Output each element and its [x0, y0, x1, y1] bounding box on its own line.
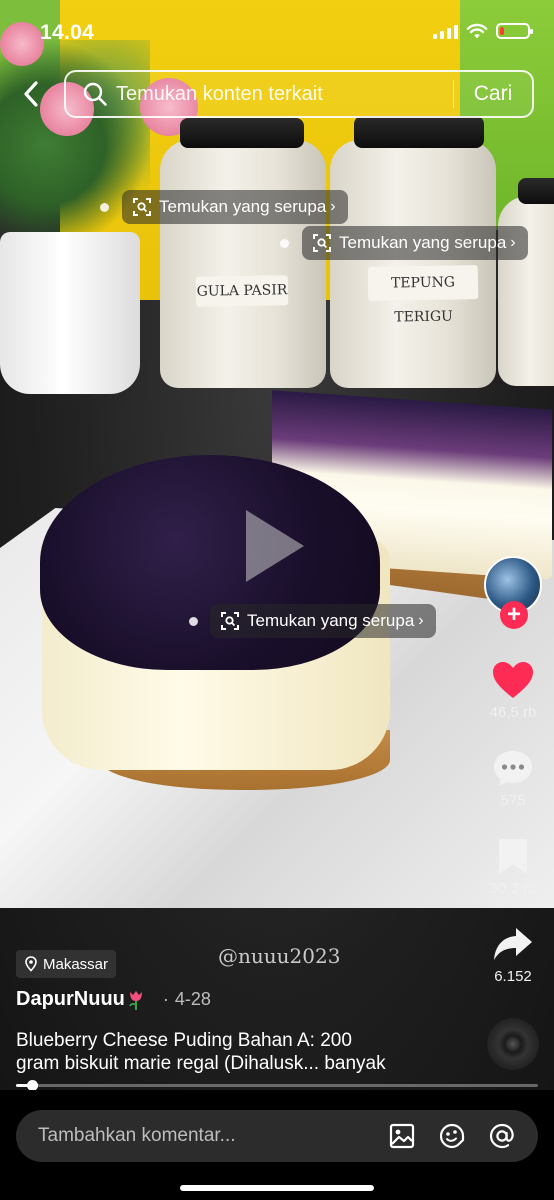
jar — [498, 196, 554, 386]
cellular-signal-icon — [433, 23, 458, 39]
caption-line: Blueberry Cheese Puding Bahan A: 200 — [16, 1030, 352, 1051]
jar-label: TEPUNG TERIGU — [367, 265, 479, 326]
save-button[interactable]: 30,3 rb — [478, 836, 548, 897]
music-disc[interactable] — [487, 1018, 539, 1070]
scan-icon — [221, 612, 239, 630]
chip-anchor-dot — [280, 239, 289, 248]
caption-line: gram biskuit marie regal (Dihalusk... ba… — [16, 1053, 386, 1074]
search-input[interactable] — [116, 82, 453, 106]
search-submit-button[interactable]: Cari — [454, 82, 532, 106]
status-bar: 14.04 — [0, 0, 554, 66]
home-indicator — [180, 1185, 374, 1191]
back-button[interactable] — [14, 76, 48, 112]
find-similar-chip[interactable]: Temukan yang serupa › — [210, 604, 436, 638]
status-time: 14.04 — [40, 21, 95, 44]
tulip-icon — [129, 990, 142, 1010]
author-row: DapurNuuu 4-28 — [16, 988, 211, 1011]
location-tag[interactable]: Makassar — [16, 950, 117, 978]
jar — [160, 140, 326, 388]
comment-count: 575 — [500, 792, 526, 809]
chevron-left-icon — [24, 81, 38, 107]
location-pin-icon — [25, 956, 37, 972]
jar-lid — [518, 178, 554, 204]
post-date: 4-28 — [163, 989, 211, 1010]
post-caption[interactable]: Blueberry Cheese Puding Bahan A: 200 gra… — [16, 1029, 476, 1075]
author-name[interactable]: DapurNuuu — [16, 988, 125, 1011]
find-similar-label: Temukan yang serupa — [247, 611, 415, 630]
like-count: 46,5 rb — [489, 704, 537, 721]
battery-level — [500, 27, 504, 35]
emoji-icon[interactable] — [438, 1122, 466, 1150]
jar-lid — [354, 116, 484, 148]
bookmark-icon — [499, 839, 527, 874]
find-similar-chip[interactable]: Temukan yang serupa › — [122, 190, 348, 224]
comment-box[interactable] — [16, 1110, 538, 1162]
chevron-right-icon: › — [418, 612, 424, 629]
battery-icon — [496, 23, 533, 39]
status-icons — [433, 22, 533, 40]
comment-icon — [494, 751, 532, 786]
scan-icon — [133, 198, 151, 216]
location-name: Makassar — [43, 955, 109, 973]
comment-input[interactable] — [38, 1125, 388, 1147]
save-count: 30,3 rb — [489, 880, 537, 897]
scan-icon — [313, 234, 331, 252]
follow-button[interactable]: + — [500, 601, 528, 629]
find-similar-chip[interactable]: Temukan yang serupa › — [302, 226, 528, 260]
comment-button[interactable]: 575 — [478, 748, 548, 809]
mention-icon[interactable] — [488, 1122, 516, 1150]
image-icon[interactable] — [388, 1122, 416, 1150]
jar — [330, 140, 496, 388]
jar-label: GULA PASIR — [195, 275, 289, 307]
search-icon — [83, 82, 107, 106]
chevron-right-icon: › — [510, 234, 516, 251]
flower-pot — [0, 232, 140, 394]
comment-bar — [0, 1090, 554, 1200]
play-icon[interactable] — [246, 510, 304, 582]
chip-anchor-dot — [100, 203, 109, 212]
chip-anchor-dot — [189, 617, 198, 626]
video-watermark: @nuuu2023 — [218, 944, 341, 968]
search-bar[interactable]: Cari — [64, 70, 534, 118]
find-similar-label: Temukan yang serupa — [159, 197, 327, 216]
chevron-right-icon: › — [330, 198, 336, 215]
find-similar-label: Temukan yang serupa — [339, 233, 507, 252]
share-count: 6.152 — [494, 968, 532, 985]
share-icon — [494, 928, 532, 960]
wifi-icon — [466, 23, 488, 39]
like-button[interactable]: 46,5 rb — [478, 660, 548, 721]
jar-lid — [180, 118, 304, 148]
heart-icon — [493, 662, 533, 698]
video-progress-bar[interactable] — [16, 1080, 538, 1091]
share-button[interactable]: 6.152 — [478, 924, 548, 985]
